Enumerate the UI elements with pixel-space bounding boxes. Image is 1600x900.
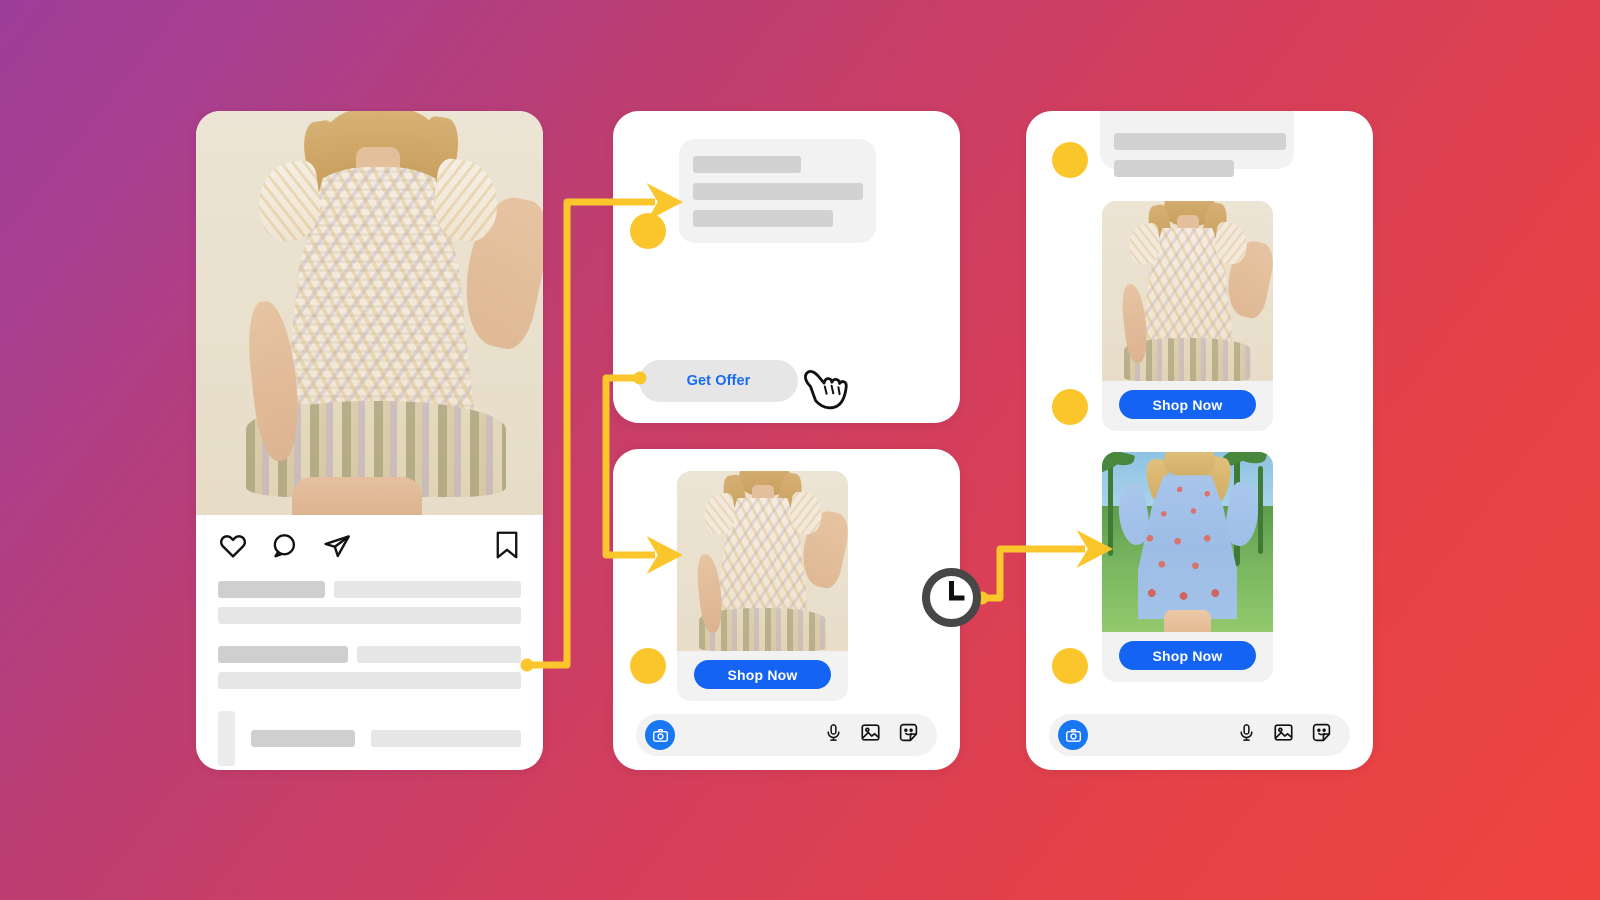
placeholder-bar	[371, 730, 521, 747]
comment-placeholder	[218, 711, 521, 766]
product-image	[1102, 452, 1273, 632]
screenshot-stage: Get Offer Shop Now Shop Now Shop Now	[0, 0, 1600, 900]
dm-conversation-card[interactable]: Get Offer	[613, 111, 960, 423]
shop-now-button[interactable]: Shop Now	[1119, 641, 1256, 670]
shop-now-button[interactable]: Shop Now	[694, 660, 831, 689]
microphone-icon[interactable]	[1237, 722, 1256, 748]
step-dot-4	[1052, 389, 1088, 425]
share-icon[interactable]	[322, 531, 352, 566]
message-composer[interactable]	[1049, 714, 1350, 756]
image-icon[interactable]	[1273, 722, 1294, 748]
placeholder-bar	[218, 607, 521, 624]
like-icon[interactable]	[218, 531, 248, 566]
message-composer[interactable]	[636, 714, 937, 756]
dm-product-card[interactable]: Shop Now	[613, 449, 960, 770]
model-hair	[1163, 452, 1215, 478]
post-caption-placeholder	[196, 581, 543, 766]
product-blue-dress[interactable]: Shop Now	[1102, 452, 1273, 682]
placeholder-bar	[218, 646, 348, 663]
product-cream-dress[interactable]: Shop Now	[1102, 201, 1273, 431]
step-dot-2	[630, 648, 666, 684]
sticker-icon[interactable]	[898, 722, 919, 748]
comment-icon[interactable]	[270, 531, 300, 566]
blue-dress-photo	[1102, 452, 1273, 632]
placeholder-bar	[693, 183, 863, 200]
cream-dress-photo	[1102, 201, 1273, 381]
comment-avatar-placeholder	[218, 711, 235, 766]
placeholder-bar	[251, 730, 355, 747]
step-dot-3	[1052, 142, 1088, 178]
camera-icon[interactable]	[645, 720, 675, 750]
hand-cursor-icon	[797, 356, 853, 416]
incoming-message-bubble	[679, 139, 876, 243]
placeholder-bar	[334, 581, 521, 598]
placeholder-bar	[693, 156, 801, 173]
composer-icon-group	[1237, 722, 1332, 748]
incoming-message-bubble	[1100, 111, 1294, 177]
get-offer-label: Get Offer	[686, 373, 751, 389]
placeholder-bar	[218, 581, 325, 598]
instagram-post-card[interactable]	[196, 111, 543, 770]
camera-icon[interactable]	[1058, 720, 1088, 750]
caption-line	[218, 672, 521, 689]
placeholder-bar	[693, 210, 833, 227]
sticker-icon[interactable]	[1311, 722, 1332, 748]
palm-trunk	[1258, 466, 1263, 554]
step-dot-1	[630, 213, 666, 249]
post-image	[196, 111, 543, 515]
get-offer-button[interactable]: Get Offer	[639, 360, 798, 402]
product-cream-dress[interactable]: Shop Now	[677, 471, 848, 701]
product-image	[677, 471, 848, 651]
step-dot-5	[1052, 648, 1088, 684]
composer-icon-group	[824, 722, 919, 748]
bookmark-icon[interactable]	[493, 530, 521, 565]
caption-line	[218, 646, 521, 663]
image-icon[interactable]	[860, 722, 881, 748]
caption-line	[218, 581, 521, 598]
placeholder-bar	[1114, 133, 1286, 150]
shop-now-label: Shop Now	[1152, 396, 1223, 413]
model-legs	[292, 477, 422, 515]
product-image	[1102, 201, 1273, 381]
microphone-icon[interactable]	[824, 722, 843, 748]
palm-trunk	[1108, 460, 1113, 556]
placeholder-bar	[218, 672, 521, 689]
shop-now-button[interactable]: Shop Now	[1119, 390, 1256, 419]
placeholder-bar	[1114, 160, 1234, 177]
shop-now-label: Shop Now	[1152, 647, 1223, 664]
model-legs	[1163, 610, 1212, 632]
post-action-bar	[196, 515, 543, 577]
cream-dress-photo	[677, 471, 848, 651]
caption-line	[218, 607, 521, 624]
clock-icon	[922, 568, 981, 627]
shop-now-label: Shop Now	[727, 666, 798, 683]
placeholder-bar	[357, 646, 521, 663]
